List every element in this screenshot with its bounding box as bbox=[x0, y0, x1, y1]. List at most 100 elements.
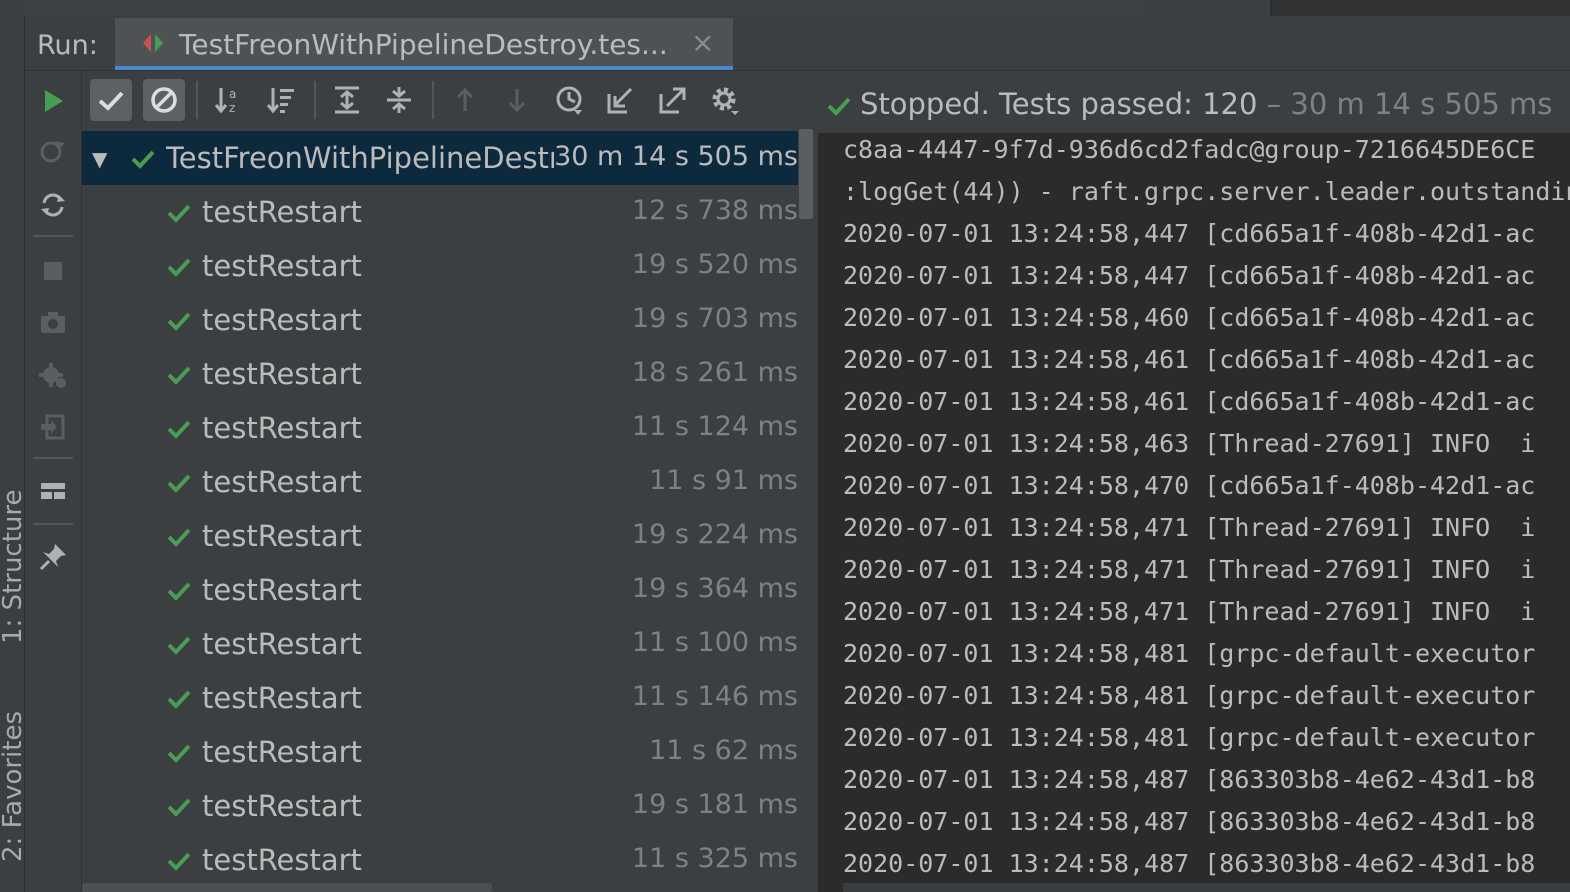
console-panel: Stopped. Tests passed: 120 – 30 m 14 s 5… bbox=[818, 71, 1570, 892]
test-name: testRestart bbox=[202, 627, 362, 661]
passed-check-icon bbox=[167, 690, 191, 709]
console-line: 2020-07-01 13:24:58,481 [grpc-default-ex… bbox=[843, 639, 1536, 668]
toggle-auto-test-icon[interactable] bbox=[37, 189, 69, 221]
tree-vertical-scrollbar[interactable] bbox=[799, 129, 813, 219]
expand-toggle-icon[interactable]: ▼ bbox=[92, 147, 107, 171]
console-output[interactable]: c8aa-4447-9f7d-936d6cd2fadc@group-721664… bbox=[843, 135, 1570, 892]
structure-tool-button[interactable]: 1: Structure bbox=[0, 489, 28, 644]
test-name: testRestart bbox=[202, 573, 362, 607]
test-row[interactable]: testRestart 12 s 738 ms bbox=[82, 185, 798, 239]
test-suite-row[interactable]: ▼ TestFreonWithPipelineDestroy 30 m 14 s… bbox=[82, 131, 798, 185]
layout-icon[interactable] bbox=[37, 475, 69, 507]
test-duration: 19 s 520 ms bbox=[631, 249, 798, 280]
status-duration: – 30 m 14 s 505 ms bbox=[1257, 87, 1553, 121]
sort-alpha-button[interactable]: az bbox=[208, 79, 250, 121]
svg-text:a: a bbox=[229, 87, 236, 101]
expand-all-button[interactable] bbox=[326, 79, 368, 121]
editor-tab-area-right bbox=[1270, 0, 1570, 16]
close-tab-icon[interactable]: × bbox=[691, 26, 714, 59]
separator bbox=[432, 81, 434, 119]
next-failed-button[interactable] bbox=[496, 79, 538, 121]
test-duration: 19 s 181 ms bbox=[631, 789, 798, 820]
test-duration: 11 s 100 ms bbox=[631, 627, 798, 658]
console-line: 2020-07-01 13:24:58,471 [Thread-27691] I… bbox=[843, 597, 1536, 626]
collapse-all-button[interactable] bbox=[378, 79, 420, 121]
rerun-failed-icon[interactable] bbox=[37, 135, 69, 167]
test-duration: 19 s 224 ms bbox=[631, 519, 798, 550]
debug-settings-icon[interactable] bbox=[37, 359, 69, 391]
test-name: testRestart bbox=[202, 357, 362, 391]
import-tests-button[interactable] bbox=[600, 79, 642, 121]
passed-check-icon bbox=[827, 97, 851, 116]
test-row[interactable]: testRestart 19 s 181 ms bbox=[82, 779, 798, 833]
test-row[interactable]: testRestart 19 s 224 ms bbox=[82, 509, 798, 563]
export-tests-button[interactable] bbox=[652, 79, 694, 121]
test-name: testRestart bbox=[202, 519, 362, 553]
show-passed-button[interactable] bbox=[90, 79, 132, 121]
test-name: testRestart bbox=[202, 411, 362, 445]
sort-duration-button[interactable] bbox=[260, 79, 302, 121]
console-line: 2020-07-01 13:24:58,487 [863303b8-4e62-4… bbox=[843, 765, 1536, 794]
passed-check-icon bbox=[167, 204, 191, 223]
exit-icon[interactable] bbox=[37, 411, 69, 443]
rerun-icon[interactable] bbox=[37, 85, 69, 117]
test-history-button[interactable] bbox=[549, 79, 591, 121]
passed-check-icon bbox=[167, 636, 191, 655]
test-name: testRestart bbox=[202, 681, 362, 715]
test-duration: 12 s 738 ms bbox=[631, 195, 798, 226]
console-horizontal-scrollbar[interactable] bbox=[843, 883, 1570, 892]
camera-icon[interactable] bbox=[37, 307, 69, 339]
test-duration: 18 s 261 ms bbox=[631, 357, 798, 388]
test-name: testRestart bbox=[202, 465, 362, 499]
run-label: Run: bbox=[37, 30, 98, 61]
test-row[interactable]: testRestart 19 s 364 ms bbox=[82, 563, 798, 617]
test-row[interactable]: testRestart 11 s 124 ms bbox=[82, 401, 798, 455]
separator bbox=[33, 457, 73, 459]
passed-check-icon bbox=[167, 366, 191, 385]
collapse-all-icon bbox=[387, 87, 411, 113]
test-row[interactable]: testRestart 11 s 325 ms bbox=[82, 833, 798, 887]
expand-all-icon bbox=[335, 86, 359, 114]
separator bbox=[196, 81, 198, 119]
test-status-text: Stopped. Tests passed: 120 – 30 m 14 s 5… bbox=[860, 87, 1552, 121]
status-summary: Stopped. Tests passed: 120 bbox=[860, 87, 1258, 121]
test-row[interactable]: testRestart 11 s 62 ms bbox=[82, 725, 798, 779]
left-tool-window-strip: 1: Structure 2: Favorites bbox=[0, 16, 28, 892]
test-run-icon bbox=[143, 34, 163, 52]
editor-tab-area bbox=[24, 0, 1144, 16]
show-ignored-button[interactable] bbox=[143, 79, 185, 121]
test-name: testRestart bbox=[202, 789, 362, 823]
console-line: 2020-07-01 13:24:58,447 [cd665a1f-408b-4… bbox=[843, 219, 1536, 248]
top-strip bbox=[0, 0, 1570, 16]
test-name: testRestart bbox=[202, 843, 362, 877]
run-side-toolbar bbox=[25, 71, 82, 892]
stop-icon[interactable] bbox=[37, 255, 69, 287]
suite-duration: 30 m 14 s 505 ms bbox=[554, 141, 798, 172]
passed-check-icon bbox=[131, 150, 155, 169]
settings-button[interactable] bbox=[704, 79, 746, 121]
test-status-bar: Stopped. Tests passed: 120 – 30 m 14 s 5… bbox=[818, 71, 1570, 133]
separator bbox=[33, 235, 73, 237]
passed-check-icon bbox=[167, 852, 191, 871]
test-runner-toolbar: az bbox=[82, 71, 818, 129]
prev-failed-button[interactable] bbox=[444, 79, 486, 121]
test-row[interactable]: testRestart 11 s 146 ms bbox=[82, 671, 798, 725]
favorites-tool-button[interactable]: 2: Favorites bbox=[0, 711, 28, 862]
passed-check-icon bbox=[167, 582, 191, 601]
tree-horizontal-scrollbar[interactable] bbox=[82, 883, 492, 892]
test-row[interactable]: testRestart 11 s 91 ms bbox=[82, 455, 798, 509]
ignored-icon bbox=[151, 87, 177, 113]
sort-alpha-icon: az bbox=[214, 87, 236, 115]
passed-check-icon bbox=[167, 312, 191, 331]
passed-check-icon bbox=[167, 420, 191, 439]
test-row[interactable]: testRestart 19 s 703 ms bbox=[82, 293, 798, 347]
run-tab[interactable]: TestFreonWithPipelineDestroy.tes... × bbox=[115, 18, 733, 70]
separator bbox=[314, 81, 316, 119]
pin-icon[interactable] bbox=[37, 541, 69, 573]
passed-check-icon bbox=[167, 528, 191, 547]
test-row[interactable]: testRestart 11 s 100 ms bbox=[82, 617, 798, 671]
passed-check-icon bbox=[167, 798, 191, 817]
test-row[interactable]: testRestart 18 s 261 ms bbox=[82, 347, 798, 401]
test-row[interactable]: testRestart 19 s 520 ms bbox=[82, 239, 798, 293]
check-icon bbox=[98, 91, 124, 111]
